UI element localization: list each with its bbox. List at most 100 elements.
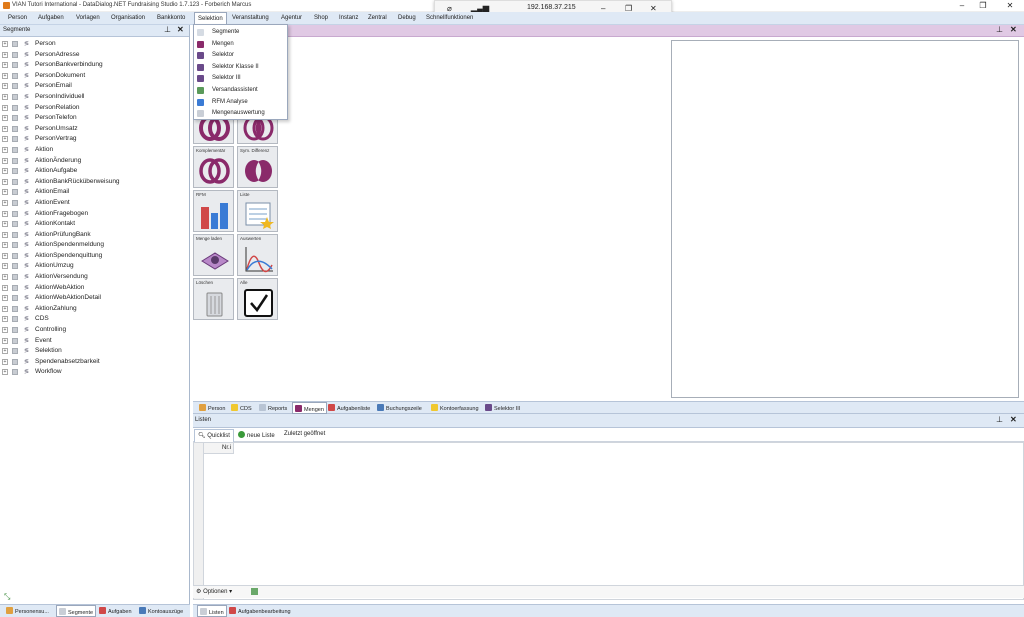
expand-toggle-icon[interactable]: + xyxy=(2,178,8,185)
expand-toggle-icon[interactable]: + xyxy=(2,189,8,196)
expand-toggle-icon[interactable]: + xyxy=(2,41,8,47)
expand-toggle-icon[interactable]: + xyxy=(2,72,8,79)
tile-komplementaer[interactable]: Komplementär xyxy=(193,146,234,188)
list-grid[interactable]: Nr.i xyxy=(193,442,1024,600)
restore-button[interactable]: ❐ xyxy=(976,1,990,10)
expand-toggle-icon[interactable]: + xyxy=(2,295,8,302)
tab-person[interactable]: Person xyxy=(199,404,225,412)
menu-person[interactable]: Person xyxy=(8,15,27,21)
expand-toggle-icon[interactable]: + xyxy=(2,62,8,69)
tile-sym-differenz[interactable]: Sym. Differenz xyxy=(237,146,278,188)
segment-icon: ≶ xyxy=(24,242,30,249)
tile-rfm[interactable]: RFM xyxy=(193,190,234,232)
expand-toggle-icon[interactable]: + xyxy=(2,316,8,323)
menu-debug[interactable]: Debug xyxy=(398,15,416,21)
tile-label: Sym. Differenz xyxy=(240,148,270,153)
column-header-nr[interactable]: Nr.i xyxy=(204,443,234,454)
expand-toggle-icon[interactable]: + xyxy=(2,327,8,334)
export-icon[interactable] xyxy=(251,588,258,595)
menu-aufgaben[interactable]: Aufgaben xyxy=(38,15,64,21)
tab-listen[interactable]: Listen xyxy=(197,605,227,617)
tree-node-label: PersonDokument xyxy=(35,71,86,79)
expand-toggle-icon[interactable]: + xyxy=(2,83,8,90)
menu-shop[interactable]: Shop xyxy=(314,15,328,21)
dropdown-item-selektor-klasse-ii[interactable]: Selektor Klasse II xyxy=(194,62,287,74)
expand-toggle-icon[interactable]: + xyxy=(2,157,8,164)
tab-reports[interactable]: Reports xyxy=(259,404,287,412)
dropdown-item-mengenauswertung[interactable]: Mengenauswertung xyxy=(194,108,287,120)
expand-toggle-icon[interactable]: + xyxy=(2,263,8,270)
expand-toggle-icon[interactable]: + xyxy=(2,146,8,153)
tab-personensuche[interactable]: Personensu... xyxy=(6,607,49,615)
table-icon xyxy=(12,263,18,270)
tab-aufgabenbearbeitung[interactable]: Aufgabenbearbeitung xyxy=(229,607,291,615)
panel-close-icon[interactable]: ✕ xyxy=(1010,415,1017,424)
expand-icon[interactable]: ⤡ xyxy=(4,592,10,602)
tab-zuletzt-geoeffnet[interactable]: Zuletzt geöffnet xyxy=(284,431,325,437)
tab-cds[interactable]: CDS xyxy=(231,404,252,412)
detail-area xyxy=(671,40,1019,398)
expand-toggle-icon[interactable]: + xyxy=(2,348,8,355)
tab-selektor-iii[interactable]: Selektor III xyxy=(485,404,520,412)
menu-zentral[interactable]: Zentral xyxy=(368,15,387,21)
dropdown-item-selektor[interactable]: Selektor xyxy=(194,50,287,62)
expand-toggle-icon[interactable]: + xyxy=(2,210,8,217)
panel-close-icon[interactable]: ✕ xyxy=(1010,25,1017,34)
minimize-button[interactable]: – xyxy=(955,1,969,10)
tab-quicklist[interactable]: 🔍︎ Quicklist xyxy=(194,429,234,442)
expand-toggle-icon[interactable]: + xyxy=(2,337,8,344)
dropdown-item-mengen[interactable]: Mengen xyxy=(194,39,287,51)
bar-chart-icon xyxy=(201,203,228,229)
tab-mengen[interactable]: Mengen xyxy=(292,402,327,414)
expand-toggle-icon[interactable]: + xyxy=(2,242,8,249)
menu-bankkonto[interactable]: Bankkonto xyxy=(157,15,185,21)
expand-toggle-icon[interactable]: + xyxy=(2,93,8,100)
tile-liste[interactable]: Liste xyxy=(237,190,278,232)
dropdown-item-versandassistent[interactable]: Versandassistent xyxy=(194,85,287,97)
expand-toggle-icon[interactable]: + xyxy=(2,136,8,143)
expand-toggle-icon[interactable]: + xyxy=(2,358,8,365)
expand-toggle-icon[interactable]: + xyxy=(2,104,8,111)
expand-toggle-icon[interactable]: + xyxy=(2,231,8,238)
tab-neue-liste[interactable]: neue Liste xyxy=(238,431,275,439)
tile-auswerten[interactable]: Auswerten xyxy=(237,234,278,276)
expand-toggle-icon[interactable]: + xyxy=(2,305,8,312)
tab-kontoerfassung[interactable]: Kontoerfassung xyxy=(431,404,479,412)
panel-close-icon[interactable]: ✕ xyxy=(177,25,184,34)
expand-toggle-icon[interactable]: + xyxy=(2,252,8,259)
dropdown-item-selektor-iii[interactable]: Selektor III xyxy=(194,73,287,85)
segment-icon: ≶ xyxy=(24,284,30,291)
expand-toggle-icon[interactable]: + xyxy=(2,125,8,132)
tab-segmente[interactable]: Segmente xyxy=(56,605,97,617)
menu-instanz[interactable]: Instanz xyxy=(339,15,358,21)
tile-loeschen[interactable]: Löschen xyxy=(193,278,234,320)
dropdown-item-rfm-analyse[interactable]: RFM Analyse xyxy=(194,97,287,109)
tab-buchungszeile[interactable]: Buchungszeile xyxy=(377,404,422,412)
menu-vorlagen[interactable]: Vorlagen xyxy=(76,15,100,21)
options-button[interactable]: ⚙ Optionen ▾ xyxy=(196,588,232,595)
tab-kontoauszuege[interactable]: Kontoauszüge xyxy=(139,607,183,615)
menu-veranstaltung[interactable]: Veranstaltung xyxy=(232,15,269,21)
pin-icon[interactable]: ⊥ xyxy=(164,25,171,34)
expand-toggle-icon[interactable]: + xyxy=(2,369,8,376)
pin-icon[interactable]: ⊥ xyxy=(996,415,1003,424)
expand-toggle-icon[interactable]: + xyxy=(2,51,8,58)
pin-icon[interactable]: ⊥ xyxy=(996,25,1003,34)
add-icon xyxy=(238,431,245,438)
expand-toggle-icon[interactable]: + xyxy=(2,221,8,228)
tab-aufgaben[interactable]: Aufgaben xyxy=(99,607,132,615)
tab-label: Segmente xyxy=(68,610,94,616)
menu-schnellfunktionen[interactable]: Schnellfunktionen xyxy=(426,15,473,21)
menu-organisation[interactable]: Organisation xyxy=(111,15,145,21)
menu-agentur[interactable]: Agentur xyxy=(281,15,302,21)
tile-menge-laden[interactable]: Menge laden xyxy=(193,234,234,276)
expand-toggle-icon[interactable]: + xyxy=(2,199,8,206)
expand-toggle-icon[interactable]: + xyxy=(2,168,8,175)
dropdown-item-segmente[interactable]: Segmente xyxy=(194,27,287,39)
expand-toggle-icon[interactable]: + xyxy=(2,115,8,122)
tab-aufgabenliste[interactable]: Aufgabenliste xyxy=(328,404,370,412)
close-button[interactable]: ✕ xyxy=(1003,1,1017,10)
expand-toggle-icon[interactable]: + xyxy=(2,274,8,281)
expand-toggle-icon[interactable]: + xyxy=(2,284,8,291)
tile-alle[interactable]: Alle xyxy=(237,278,278,320)
